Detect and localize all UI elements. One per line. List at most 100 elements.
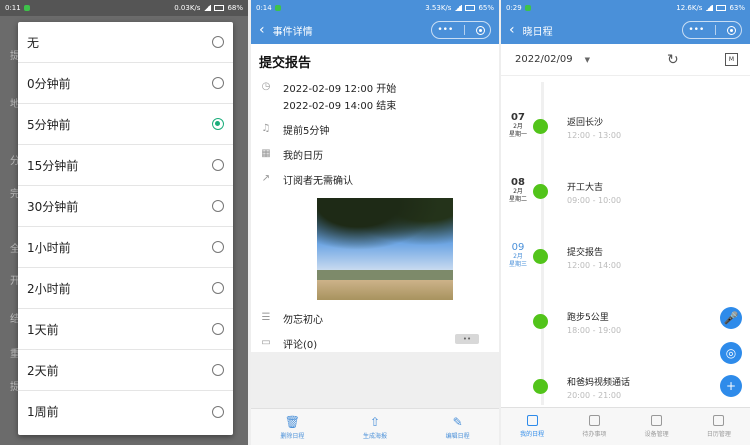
event-month: 2月 xyxy=(513,188,523,195)
tab-label: 待办事项 xyxy=(582,431,607,438)
reminder-option[interactable]: 无 xyxy=(18,22,233,63)
event-day: 08 xyxy=(511,177,525,188)
event-photo[interactable] xyxy=(317,198,453,300)
wifi-button[interactable]: ◎ xyxy=(720,342,742,364)
status-time: 0:11 xyxy=(5,4,21,12)
event-month: 2月 xyxy=(513,253,523,260)
current-date[interactable]: 2022/02/09 xyxy=(515,54,573,65)
mini-program-capsule: ••• xyxy=(431,21,491,39)
radio-button[interactable] xyxy=(212,118,224,130)
radio-button[interactable] xyxy=(212,282,224,294)
event-date: 07 2月 星期一 xyxy=(507,112,529,139)
timeline-node xyxy=(533,184,548,199)
calendar-row[interactable]: ▦ 我的日历 xyxy=(251,144,499,169)
edit-icon: ✎ xyxy=(452,414,463,429)
blank-area xyxy=(251,352,499,408)
event-date: 09 2月 星期三 xyxy=(507,242,529,269)
event-month: 2月 xyxy=(513,123,523,130)
radio-button[interactable] xyxy=(212,364,224,376)
nav-bar: ‹ 事件详情 ••• xyxy=(251,16,499,44)
radio-button[interactable] xyxy=(212,241,224,253)
note-icon: ☰ xyxy=(261,312,271,323)
reminder-option[interactable]: 1小时前 xyxy=(18,227,233,268)
more-icon[interactable]: ••• xyxy=(688,25,704,35)
option-label: 1周前 xyxy=(27,405,59,419)
tab-item[interactable]: 日历管理 xyxy=(688,408,750,445)
reminder-option[interactable]: 0分钟前 xyxy=(18,63,233,104)
radio-button[interactable] xyxy=(212,323,224,335)
radio-button[interactable] xyxy=(212,159,224,171)
tab-icon xyxy=(713,415,725,426)
tree-silhouette xyxy=(317,198,453,258)
tab-label: 我的日程 xyxy=(520,431,545,438)
close-miniprogram-icon[interactable] xyxy=(475,25,485,35)
caret-down-icon[interactable]: ▼ xyxy=(585,56,590,64)
subscriber-value: 订阅者无需确认 xyxy=(283,176,353,187)
network-speed: 3.53K/s xyxy=(425,4,452,12)
event-day: 07 xyxy=(511,112,525,123)
plus-button[interactable]: + xyxy=(720,375,742,397)
back-icon[interactable]: ‹ xyxy=(259,23,265,37)
action-edit[interactable]: ✎ 编辑日程 xyxy=(416,409,499,445)
battery-icon xyxy=(465,5,476,11)
radio-button[interactable] xyxy=(212,405,224,418)
reminder-option[interactable]: 5分钟前 xyxy=(18,104,233,145)
option-label: 2小时前 xyxy=(27,281,71,296)
comment-button[interactable]: •• xyxy=(455,334,479,344)
nav-title: 事件详情 xyxy=(272,26,313,38)
reminder-row[interactable]: ♫ 提前5分钟 xyxy=(251,119,499,144)
reminder-dialog: 无 0分钟前 5分钟前 15分钟前 30分钟前 1小时前 2小时前 1天前 2天前 1周前 xyxy=(18,22,233,435)
reminder-option[interactable]: 15分钟前 xyxy=(18,145,233,186)
start-time: 2022-02-09 12:00 开始 xyxy=(283,84,397,95)
action-trash[interactable]: 🗑 删除日程 xyxy=(251,409,334,445)
radio-button[interactable] xyxy=(212,36,224,48)
radio-button[interactable] xyxy=(212,200,224,212)
event-time: 20:00 - 21:00 xyxy=(567,391,622,400)
nav-title: 晓日程 xyxy=(522,26,553,38)
refresh-icon[interactable]: ↻ xyxy=(667,52,679,68)
calendar-icon: ▦ xyxy=(261,148,271,159)
phone-event-detail: 0:14 3.53K/s 65% ‹ 事件详情 ••• 提交报告 ◷ 2022-0… xyxy=(251,0,499,445)
reminder-option[interactable]: 2天前 xyxy=(18,350,233,391)
event-weekday: 星期一 xyxy=(508,131,527,138)
tab-item[interactable]: 待办事项 xyxy=(563,408,625,445)
event-date: 08 2月 星期二 xyxy=(507,177,529,204)
mini-program-capsule: ••• xyxy=(682,21,742,39)
event-time: 18:00 - 19:00 xyxy=(567,326,622,335)
back-icon[interactable]: ‹ xyxy=(509,23,515,37)
event-time: 12:00 - 14:00 xyxy=(567,261,622,270)
tab-icon xyxy=(651,415,663,426)
option-label: 0分钟前 xyxy=(27,76,71,91)
reminder-value: 提前5分钟 xyxy=(283,126,330,137)
calendar-value: 我的日历 xyxy=(283,151,323,162)
option-label: 30分钟前 xyxy=(27,199,79,214)
event-title: 跑步5公里 xyxy=(567,313,609,323)
calendar-icon[interactable]: M xyxy=(725,53,738,66)
reminder-option[interactable]: 2小时前 xyxy=(18,268,233,309)
tab-icon xyxy=(588,415,600,426)
signal-icon xyxy=(203,5,212,11)
event-time: 12:00 - 13:00 xyxy=(567,131,622,140)
event-weekday: 星期二 xyxy=(508,196,527,203)
clock-icon: ◷ xyxy=(261,81,271,92)
timeline-node xyxy=(533,119,548,134)
signal-icon xyxy=(454,5,463,11)
status-bar: 0:11 0.03K/s 68% xyxy=(0,0,248,16)
microphone-button[interactable]: 🎤 xyxy=(720,307,742,329)
tab-item[interactable]: 我的日程 xyxy=(501,408,563,445)
close-miniprogram-icon[interactable] xyxy=(726,25,736,35)
tab-item[interactable]: 设备管理 xyxy=(626,408,688,445)
radio-button[interactable] xyxy=(212,77,224,89)
bell-icon: ♫ xyxy=(261,123,271,134)
more-icon[interactable]: ••• xyxy=(437,25,453,35)
tab-bar: 我的日程 待办事项 设备管理 日历管理 xyxy=(501,407,750,445)
date-bar: 2022/02/09 ▼ ↻ M xyxy=(501,44,750,76)
option-label: 2天前 xyxy=(27,363,59,378)
timeline-node xyxy=(533,379,548,394)
reminder-option[interactable]: 30分钟前 xyxy=(18,186,233,227)
reminder-option[interactable]: 1周前 xyxy=(18,391,233,432)
action-share[interactable]: ⇧ 生成海报 xyxy=(334,409,417,445)
timeline-node xyxy=(533,249,548,264)
battery-icon xyxy=(214,5,225,11)
reminder-option[interactable]: 1天前 xyxy=(18,309,233,350)
